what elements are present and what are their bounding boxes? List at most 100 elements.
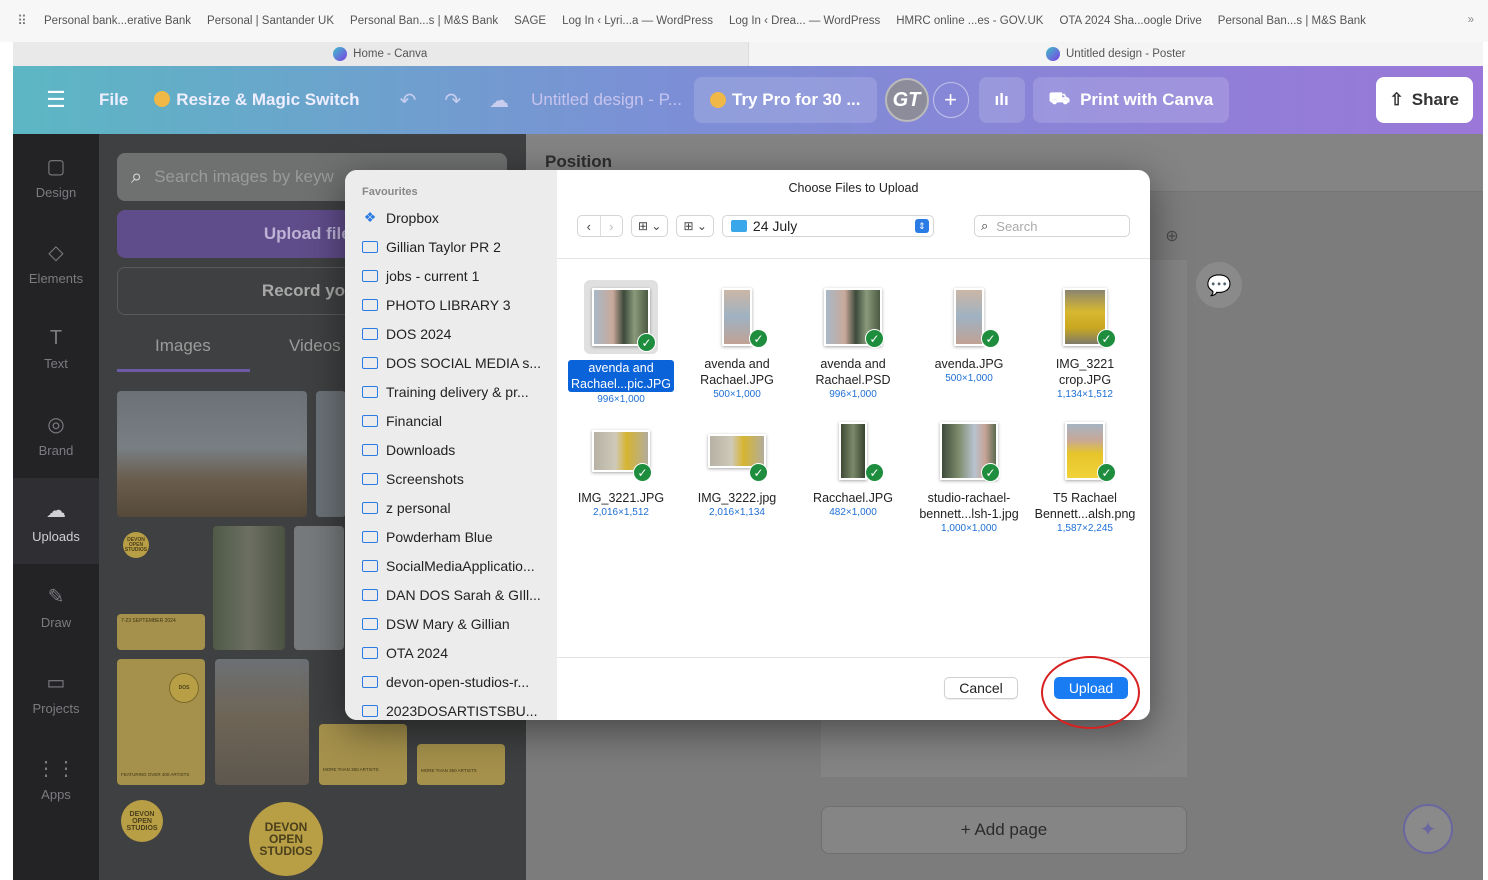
cancel-button[interactable]: Cancel (944, 677, 1018, 699)
bookmark[interactable]: SAGE (514, 15, 546, 27)
add-page-button[interactable]: + Add page (821, 806, 1187, 854)
bookmark[interactable]: Log In ‹ Drea... — WordPress (729, 15, 880, 27)
file-item[interactable]: ✓ studio-rachael-bennett...lsh-1.jpg 1,0… (911, 418, 1027, 534)
file-dimensions: 996×1,000 (829, 389, 877, 400)
sidebar-item-folder[interactable]: jobs - current 1 (345, 261, 557, 290)
crown-icon (710, 92, 726, 108)
sidebar-item-folder[interactable]: SocialMediaApplicatio... (345, 551, 557, 580)
bookmark[interactable]: HMRC online ...es - GOV.UK (896, 15, 1043, 27)
chevron-updown-icon: ⇕ (914, 219, 929, 233)
sidebar-item-folder[interactable]: OTA 2024 (345, 638, 557, 667)
add-page-icon[interactable]: ⊕ (1162, 226, 1182, 246)
devon-open-studios-logo-thumb[interactable]: DEVON OPEN STUDIOS (249, 802, 323, 876)
sidebar-item-folder[interactable]: DOS SOCIAL MEDIA s... (345, 348, 557, 377)
file-item[interactable]: ✓ IMG_3221 crop.JPG 1,134×1,512 (1027, 284, 1143, 400)
rail-item-design[interactable]: ▢ Design (13, 134, 99, 220)
forward-icon[interactable]: › (599, 216, 623, 236)
sidebar-item-folder[interactable]: devon-open-studios-r... (345, 667, 557, 696)
group-mode-dropdown[interactable]: ⊞ ⌄ (676, 215, 714, 237)
poster-text: MORE THAN 350 ARTISTS (421, 768, 477, 773)
file-item[interactable]: ✓ avenda.JPG 500×1,000 (911, 284, 1027, 384)
sidebar-item-folder[interactable]: DOS 2024 (345, 319, 557, 348)
redo-icon[interactable]: ↷ (444, 88, 461, 113)
rail-item-draw[interactable]: ✎ Draw (13, 564, 99, 650)
uploaded-image-thumb[interactable] (117, 391, 307, 517)
sidebar-item-dropbox[interactable]: ❖ Dropbox (345, 203, 557, 232)
avatar[interactable]: GT (884, 78, 929, 122)
sidebar-item-folder[interactable]: Financial (345, 406, 557, 435)
location-select[interactable]: 24 July ⇕ (721, 215, 934, 237)
sidebar-item-folder[interactable]: DSW Mary & Gillian (345, 609, 557, 638)
poster-thumb[interactable]: 7-23 SEPTEMBER 2024 (117, 614, 205, 650)
print-with-canva-button[interactable]: ⛟ Print with Canva (1032, 77, 1230, 123)
invite-plus-icon[interactable]: + (932, 82, 969, 118)
bookmark[interactable]: OTA 2024 Sha...oogle Drive (1059, 15, 1201, 27)
file-item-selected[interactable]: ✓ avenda and Rachael...pic.JPG 996×1,000 (563, 280, 679, 405)
file-name-line: avenda and (588, 361, 654, 375)
position-label[interactable]: Position (545, 152, 612, 172)
file-item[interactable]: ✓ Racchael.JPG 482×1,000 (795, 418, 911, 518)
file-item[interactable]: ✓ IMG_3222.jpg 2,016×1,134 (679, 418, 795, 518)
hamburger-menu-icon[interactable]: ☰ (13, 87, 99, 113)
folder-icon (362, 269, 378, 282)
folder-icon: ▭ (46, 672, 66, 694)
resize-magic-switch-button[interactable]: Resize & Magic Switch (154, 90, 360, 110)
sidebar-item-folder[interactable]: z personal (345, 493, 557, 522)
resize-label: Resize & Magic Switch (176, 90, 360, 109)
sidebar-item-folder[interactable]: Downloads (345, 435, 557, 464)
bookmark[interactable]: Personal Ban...s | M&S Bank (1218, 15, 1366, 27)
rail-item-projects[interactable]: ▭ Projects (13, 650, 99, 736)
apps-grid-icon[interactable]: ⠿ (0, 13, 44, 29)
check-icon: ✓ (637, 333, 656, 352)
uploaded-image-thumb[interactable] (215, 659, 309, 785)
check-icon: ✓ (1097, 329, 1116, 348)
tab-videos[interactable]: Videos (289, 336, 341, 356)
share-button[interactable]: ⇧ Share (1375, 77, 1473, 123)
bookmarks-overflow-icon[interactable]: » (1468, 14, 1474, 26)
sidebar-item-folder[interactable]: PHOTO LIBRARY 3 (345, 290, 557, 319)
uploaded-image-thumb[interactable] (213, 526, 285, 650)
sidebar-item-folder[interactable]: Gillian Taylor PR 2 (345, 232, 557, 261)
magic-assistant-icon[interactable]: ✦ (1403, 804, 1453, 854)
rail-item-elements[interactable]: ◇ Elements (13, 220, 99, 306)
browser-tab-active[interactable]: Untitled design - Poster (747, 42, 1483, 66)
sidebar-item-folder[interactable]: 2023DOSARTISTSBU... (345, 696, 557, 720)
file-item[interactable]: ✓ IMG_3221.JPG 2,016×1,512 (563, 418, 679, 518)
uploaded-image-thumb[interactable] (316, 391, 346, 517)
browser-tab[interactable]: Home - Canva (13, 42, 748, 66)
design-title[interactable]: Untitled design - P... (531, 90, 682, 110)
poster-thumb[interactable]: MORE THAN 350 ARTISTS (417, 744, 505, 785)
file-thumb: ✓ (1052, 418, 1118, 484)
poster-thumb[interactable]: MORE THAN 350 ARTISTS (319, 724, 407, 785)
share-upload-icon: ⇧ (1389, 90, 1404, 109)
view-mode-dropdown[interactable]: ⊞ ⌄ (631, 215, 669, 237)
sidebar-item-folder[interactable]: DAN DOS Sarah & GIll... (345, 580, 557, 609)
file-item[interactable]: ✓ T5 Rachael Bennett...alsh.png 1,587×2,2… (1027, 418, 1143, 534)
bookmark[interactable]: Personal | Santander UK (207, 15, 334, 27)
cloud-save-icon[interactable]: ☁ (489, 88, 509, 113)
file-item[interactable]: ✓ avenda and Rachael.PSD 996×1,000 (795, 284, 911, 400)
devon-open-studios-logo-thumb[interactable]: DEVON OPEN STUDIOS (123, 532, 149, 558)
tab-images[interactable]: Images (155, 336, 211, 356)
uploaded-image-thumb[interactable] (294, 526, 344, 650)
bookmark[interactable]: Personal bank...erative Bank (44, 15, 191, 27)
file-menu[interactable]: File (99, 90, 128, 110)
devon-open-studios-logo-thumb[interactable]: DEVON OPEN STUDIOS (121, 800, 163, 842)
rail-item-uploads[interactable]: ☁ Uploads (13, 478, 99, 564)
insights-button[interactable]: ılı (978, 77, 1025, 123)
back-icon[interactable]: ‹ (578, 216, 600, 236)
sidebar-item-folder[interactable]: Training delivery & pr... (345, 377, 557, 406)
bookmark[interactable]: Log In ‹ Lyri...a — WordPress (562, 15, 713, 27)
undo-icon[interactable]: ↶ (400, 88, 417, 113)
sidebar-item-folder[interactable]: Screenshots (345, 464, 557, 493)
dialog-search-input[interactable]: ⌕ Search (974, 215, 1130, 237)
poster-thumb[interactable]: DOS FEATURING OVER 400 ARTISTS (117, 659, 205, 785)
add-comment-icon[interactable]: 💬 (1196, 262, 1242, 308)
rail-item-apps[interactable]: ⋮⋮ Apps (13, 736, 99, 822)
bookmark[interactable]: Personal Ban...s | M&S Bank (350, 15, 498, 27)
sidebar-item-folder[interactable]: Powderham Blue (345, 522, 557, 551)
try-pro-button[interactable]: Try Pro for 30 ... (694, 77, 877, 123)
file-item[interactable]: ✓ avenda and Rachael.JPG 500×1,000 (679, 284, 795, 400)
rail-item-brand[interactable]: ◎ Brand (13, 392, 99, 478)
rail-item-text[interactable]: T Text (13, 306, 99, 392)
